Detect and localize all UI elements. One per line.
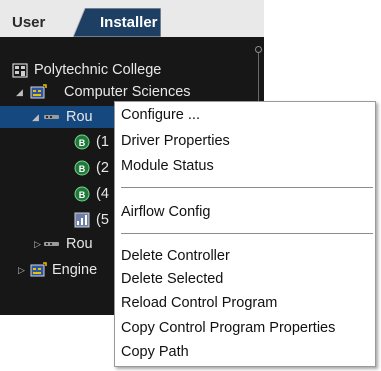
menu-item-reload-control-program[interactable]: Reload Control Program — [121, 292, 277, 314]
tree-node-label: (5 — [96, 212, 109, 228]
b-badge-icon: B — [74, 160, 90, 176]
building-icon — [12, 63, 28, 78]
tree-node-label: (2 — [96, 160, 109, 176]
b-badge-icon: B — [74, 134, 90, 150]
menu-separator — [121, 187, 373, 188]
router-icon — [44, 242, 59, 246]
tree-node-label: Polytechnic College — [34, 62, 162, 78]
menu-separator — [121, 233, 373, 234]
menu-item-delete-controller[interactable]: Delete Controller — [121, 245, 230, 267]
menu-item-driver-properties[interactable]: Driver Properties — [121, 130, 230, 152]
tree-node-label: Computer Sciences — [64, 84, 191, 100]
tab-installer[interactable]: Installer — [73, 8, 161, 37]
menu-item-copy-path[interactable]: Copy Path — [121, 341, 189, 363]
tree-node-label: Rou — [66, 236, 93, 252]
tab-user[interactable]: User — [12, 8, 45, 37]
tab-strip: User Installer — [0, 0, 264, 37]
expanded-arrow-icon[interactable]: ◢ — [32, 106, 39, 128]
pane-resize-line — [258, 49, 259, 109]
tree-node-label: Engine — [52, 262, 98, 278]
menu-item-configure[interactable]: Configure ... — [121, 104, 200, 126]
svg-text:B: B — [79, 164, 86, 174]
menu-item-delete-selected[interactable]: Delete Selected — [121, 268, 223, 290]
device-chart-icon — [74, 212, 90, 228]
building-network-icon — [30, 262, 47, 277]
b-badge-icon: B — [74, 186, 90, 202]
tree-node-label: (1 — [96, 134, 109, 150]
tree-node-label: (4 — [96, 186, 109, 202]
tab-installer-label: Installer — [100, 14, 158, 31]
context-menu: Configure ... Driver Properties Module S… — [114, 101, 376, 367]
menu-item-airflow-config[interactable]: Airflow Config — [121, 201, 210, 223]
expanded-arrow-icon[interactable]: ◢ — [16, 81, 23, 103]
svg-text:B: B — [79, 190, 86, 200]
menu-item-copy-control-program-properties[interactable]: Copy Control Program Properties — [121, 317, 335, 339]
collapsed-arrow-icon[interactable]: ▷ — [18, 259, 25, 281]
collapsed-arrow-icon[interactable]: ▷ — [34, 233, 41, 255]
router-icon — [44, 115, 59, 119]
tree-node-label: Rou — [66, 109, 93, 125]
building-network-icon — [30, 84, 47, 99]
pane-resize-handle[interactable] — [255, 46, 262, 53]
svg-text:B: B — [79, 138, 86, 148]
menu-item-module-status[interactable]: Module Status — [121, 155, 214, 177]
